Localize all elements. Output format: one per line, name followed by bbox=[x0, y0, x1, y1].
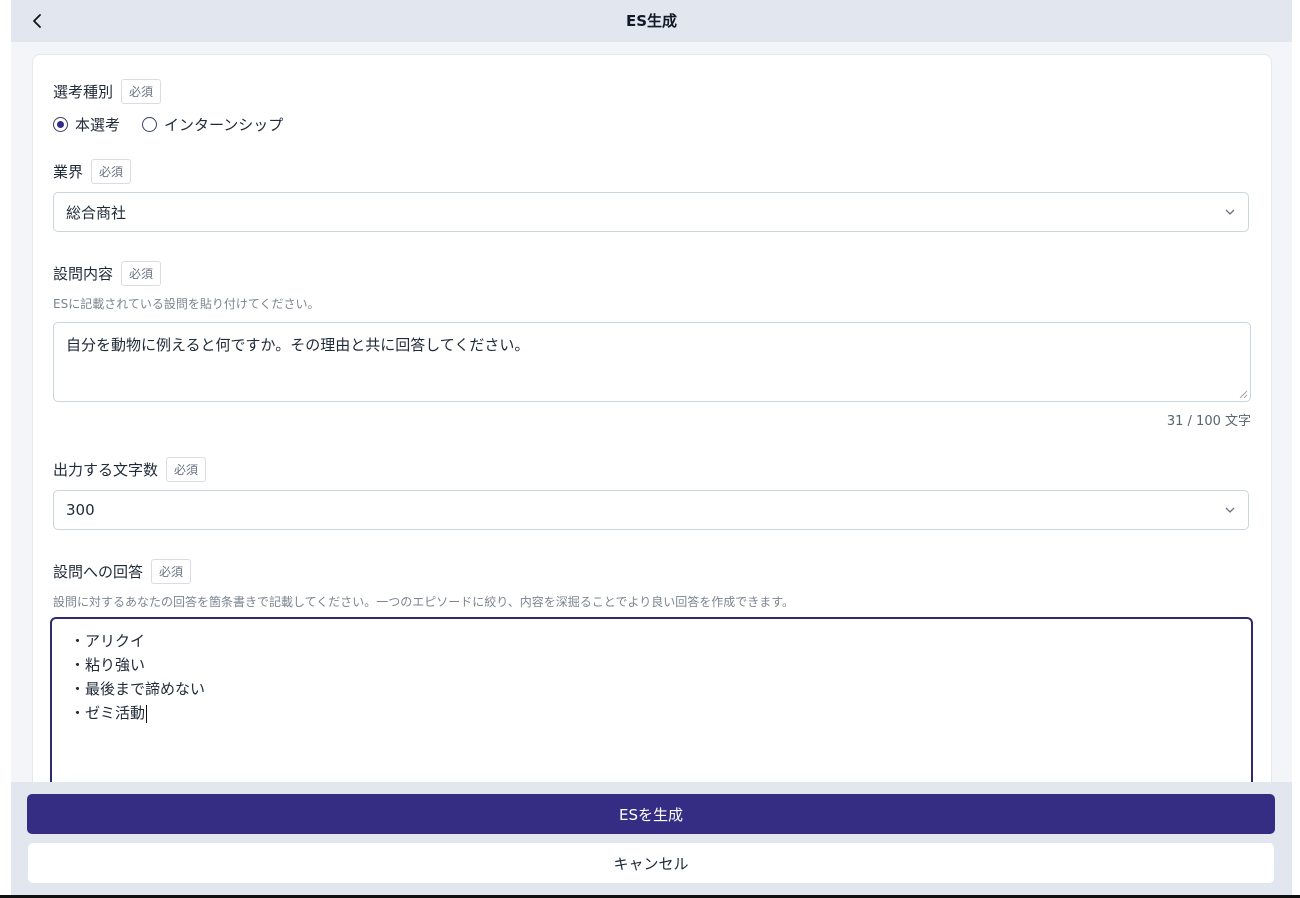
selection-type-label-row: 選考種別 必須 bbox=[53, 79, 162, 104]
radio-circle-unchecked bbox=[142, 117, 158, 132]
form-card: 選考種別 必須 本選考 インターンシップ 業界 必須 総合商社 設問内容 必須 … bbox=[32, 54, 1272, 817]
char-count-select-value: 300 bbox=[66, 501, 95, 519]
industry-select-value: 総合商社 bbox=[66, 203, 127, 222]
answer-line: ・アリクイ bbox=[70, 632, 146, 650]
header-bar: ES生成 bbox=[11, 0, 1292, 42]
answer-last-line-wrap: ・ゼミ活動 bbox=[70, 701, 1233, 725]
resize-handle-icon[interactable] bbox=[1239, 390, 1248, 399]
radio-label: インターンシップ bbox=[164, 116, 284, 134]
required-badge: 必須 bbox=[91, 159, 132, 184]
chevron-down-icon bbox=[1224, 504, 1236, 516]
char-count-label: 出力する文字数 bbox=[53, 461, 159, 479]
answer-line: ・粘り強い bbox=[70, 656, 146, 674]
required-badge: 必須 bbox=[151, 559, 192, 584]
required-badge: 必須 bbox=[121, 79, 162, 104]
footer-bar: ESを生成 キャンセル bbox=[11, 782, 1292, 895]
selection-type-label: 選考種別 bbox=[53, 83, 114, 101]
page-title: ES生成 bbox=[625, 12, 678, 30]
radio-label: 本選考 bbox=[75, 116, 121, 134]
text-caret bbox=[146, 704, 148, 723]
required-badge: 必須 bbox=[166, 457, 207, 482]
answer-hint: 設問に対するあなたの回答を箇条書きで記載してください。一つのエピソードに絞り、内… bbox=[53, 595, 795, 609]
question-hint: ESに記載されている設問を貼り付けてください。 bbox=[53, 297, 320, 311]
answer-line: ・ゼミ活動 bbox=[70, 704, 146, 722]
industry-label: 業界 bbox=[53, 163, 84, 181]
question-label: 設問内容 bbox=[53, 265, 114, 283]
radio-internship[interactable]: インターンシップ bbox=[142, 114, 283, 135]
char-count-select[interactable]: 300 bbox=[53, 490, 1249, 530]
answer-label-row: 設問への回答 必須 bbox=[53, 559, 192, 584]
required-badge: 必須 bbox=[121, 261, 162, 286]
question-label-row: 設問内容 必須 bbox=[53, 261, 162, 286]
question-textarea[interactable]: 自分を動物に例えると何ですか。その理由と共に回答してください。 bbox=[53, 322, 1251, 402]
radio-honsenko[interactable]: 本選考 bbox=[53, 114, 120, 135]
question-char-counter: 31 / 100 文字 bbox=[1166, 414, 1251, 429]
generate-es-button[interactable]: ESを生成 bbox=[27, 794, 1275, 834]
app-window: ES生成 選考種別 必須 本選考 インターンシップ 業界 必須 総合商社 設問内… bbox=[11, 0, 1292, 895]
cancel-button[interactable]: キャンセル bbox=[28, 843, 1274, 883]
radio-circle-checked bbox=[53, 117, 68, 132]
answer-line: ・最後まで諦めない bbox=[70, 680, 206, 698]
selection-type-radio-group: 本選考 インターンシップ bbox=[53, 114, 305, 135]
question-text: 自分を動物に例えると何ですか。その理由と共に回答してください。 bbox=[66, 336, 530, 354]
industry-label-row: 業界 必須 bbox=[53, 159, 132, 184]
answer-label: 設問への回答 bbox=[53, 563, 144, 581]
chevron-down-icon bbox=[1224, 206, 1236, 218]
industry-select[interactable]: 総合商社 bbox=[53, 192, 1249, 232]
char-count-label-row: 出力する文字数 必須 bbox=[53, 457, 207, 482]
